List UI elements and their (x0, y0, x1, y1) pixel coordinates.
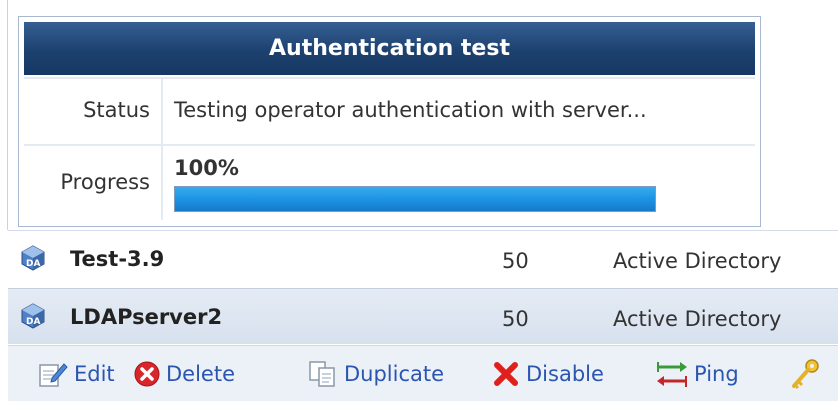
directory-server-icon: DA (21, 303, 45, 329)
column-divider (161, 79, 163, 144)
status-row: Status Testing operator authentication w… (24, 77, 755, 144)
key-icon (792, 359, 819, 390)
duplicate-button[interactable]: Duplicate (308, 346, 444, 402)
edit-label[interactable]: Edit (74, 362, 115, 386)
server-type: Active Directory (613, 249, 782, 273)
progress-percent: 100% (174, 156, 239, 180)
server-type: Active Directory (613, 307, 782, 331)
disable-label[interactable]: Disable (526, 362, 604, 386)
disable-button[interactable]: Disable (492, 346, 604, 402)
progress-label: Progress (60, 170, 150, 194)
edit-button[interactable]: Edit (38, 346, 115, 402)
svg-text:DA: DA (26, 317, 40, 327)
delete-icon (134, 361, 160, 387)
duplicate-label[interactable]: Duplicate (344, 362, 444, 386)
progress-bar (174, 186, 656, 212)
delete-button[interactable]: Delete (134, 346, 235, 402)
status-value: Testing operator authentication with ser… (174, 98, 647, 122)
svg-text:DA: DA (26, 259, 40, 269)
status-label: Status (83, 98, 150, 122)
directory-server-icon: DA (21, 245, 45, 271)
progress-bar-fill (175, 187, 655, 211)
action-toolbar: Edit Delete Duplicate Disable Ping (8, 345, 838, 401)
ping-label[interactable]: Ping (694, 362, 739, 386)
disable-icon (494, 362, 518, 386)
server-priority: 50 (502, 249, 529, 273)
ping-button[interactable]: Ping (656, 346, 739, 402)
server-name[interactable]: LDAPserver2 (70, 289, 222, 345)
column-divider (161, 146, 163, 220)
table-row[interactable]: DA Test-3.9 50 Active Directory (8, 230, 838, 286)
progress-row: Progress 100% (24, 144, 755, 220)
duplicate-icon (309, 361, 335, 387)
dialog-title: Authentication test (24, 22, 755, 75)
server-name[interactable]: Test-3.9 (70, 231, 164, 287)
table-row[interactable]: DA LDAPserver2 50 Active Directory (8, 288, 838, 344)
delete-label[interactable]: Delete (166, 362, 235, 386)
ping-icon (657, 362, 687, 387)
key-button[interactable] (790, 346, 820, 402)
edit-icon (39, 363, 68, 387)
server-priority: 50 (502, 307, 529, 331)
panel-left-border (7, 0, 8, 230)
authentication-test-dialog: Authentication test Status Testing opera… (18, 16, 761, 227)
